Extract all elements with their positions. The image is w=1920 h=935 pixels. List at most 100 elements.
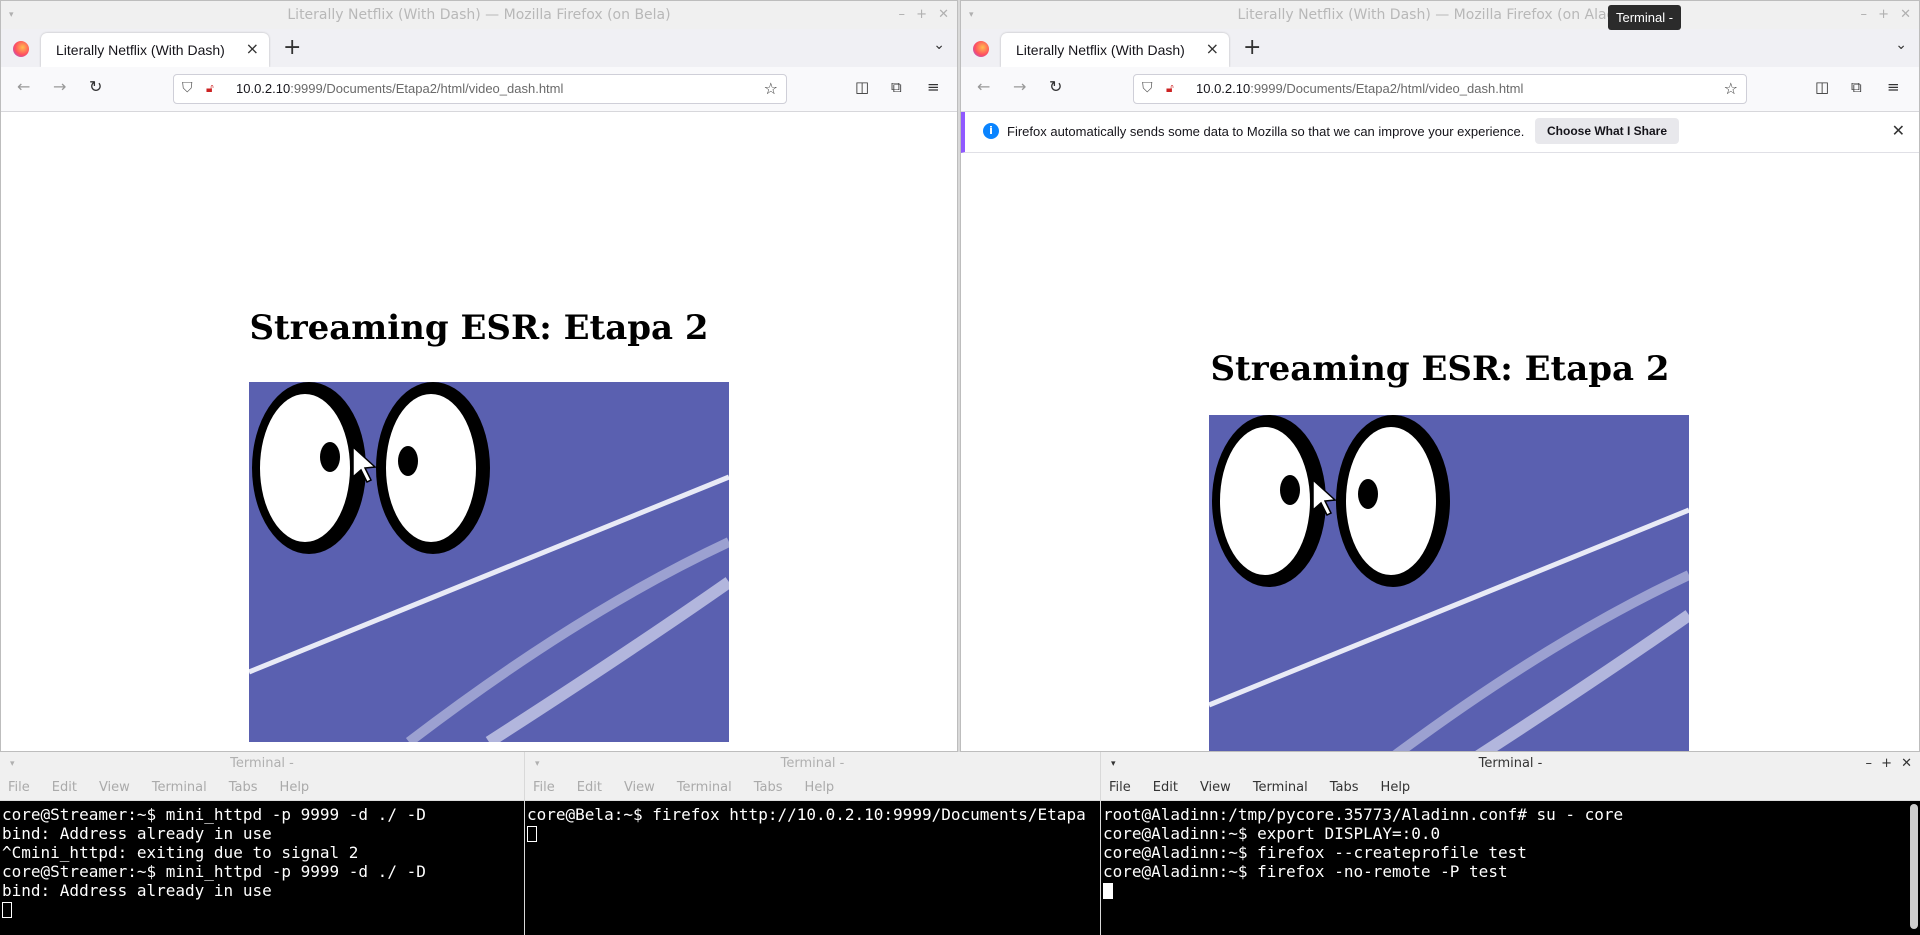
menu-terminal[interactable]: Terminal	[152, 780, 207, 795]
extensions-icon[interactable]: ⧉	[891, 78, 902, 96]
reload-icon[interactable]: ↻	[1049, 77, 1062, 96]
terminal-tooltip: Terminal -	[1608, 5, 1682, 30]
menu-view[interactable]: View	[624, 780, 655, 795]
tab-literally-netflix[interactable]: Literally Netflix (With Dash) ×	[41, 33, 269, 67]
insecure-lock-icon[interactable]: 🔓︎	[1166, 81, 1174, 96]
menu-edit[interactable]: Edit	[1153, 780, 1178, 795]
terminal-titlebar[interactable]: ▾ Terminal - – + ✕	[1101, 752, 1920, 776]
menu-file[interactable]: File	[533, 780, 555, 795]
tab-title: Literally Netflix (With Dash)	[1016, 42, 1185, 58]
url-bar[interactable]: ⛉ 🔓︎ 10.0.2.10:9999/Documents/Etapa2/htm…	[1133, 74, 1747, 104]
menu-view[interactable]: View	[1200, 780, 1231, 795]
menu-help[interactable]: Help	[805, 780, 835, 795]
window-menu-icon[interactable]: ▾	[9, 1, 14, 29]
terminal-menubar: File Edit View Terminal Tabs Help	[1101, 776, 1920, 801]
choose-what-i-share-button[interactable]: Choose What I Share	[1535, 118, 1680, 144]
terminal-titlebar[interactable]: ▾ Terminal -	[525, 752, 1100, 776]
terminal-cursor	[527, 826, 537, 842]
window-title: Literally Netflix (With Dash) — Mozilla …	[1237, 7, 1643, 23]
page-title: Streaming ESR: Etapa 2	[1210, 349, 1670, 389]
menu-tabs[interactable]: Tabs	[754, 780, 783, 795]
terminal-menubar: File Edit View Terminal Tabs Help	[0, 776, 524, 801]
tab-literally-netflix[interactable]: Literally Netflix (With Dash) ×	[1001, 33, 1229, 67]
terminal-line: core@Streamer:~$ mini_httpd -p 9999 -d .…	[2, 805, 426, 824]
menu-view[interactable]: View	[99, 780, 130, 795]
menu-help[interactable]: Help	[1381, 780, 1411, 795]
terminal-output[interactable]: root@Aladinn:/tmp/pycore.35773/Aladinn.c…	[1101, 801, 1920, 904]
notification-close-icon[interactable]: ✕	[1892, 121, 1905, 140]
pocket-icon[interactable]: ◫	[855, 78, 869, 96]
back-icon[interactable]: ←	[977, 77, 990, 96]
tab-bar: Literally Netflix (With Dash) × + ⌄	[1, 29, 957, 67]
firefox-window-aladinn: ▾ Literally Netflix (With Dash) — Mozill…	[960, 0, 1920, 752]
forward-icon[interactable]: →	[53, 77, 66, 96]
terminal-line: core@Bela:~$ firefox http://10.0.2.10:99…	[527, 805, 1086, 824]
terminal-line: bind: Address already in use	[2, 824, 272, 843]
maximize-icon[interactable]: +	[1881, 752, 1892, 776]
terminal-window-aladinn[interactable]: ▾ Terminal - – + ✕ File Edit View Terminal T…	[1101, 752, 1920, 935]
terminal-menubar: File Edit View Terminal Tabs Help	[525, 776, 1100, 801]
minimize-icon[interactable]: –	[1861, 1, 1868, 29]
tab-bar: Literally Netflix (With Dash) × + ⌄	[961, 29, 1919, 67]
terminal-titlebar[interactable]: ▾ Terminal -	[0, 752, 524, 776]
url-text[interactable]: 10.0.2.10:9999/Documents/Etapa2/html/vid…	[1196, 81, 1523, 96]
window-menu-icon[interactable]: ▾	[535, 752, 540, 776]
back-icon[interactable]: ←	[17, 77, 30, 96]
terminal-title: Terminal -	[780, 756, 845, 771]
window-titlebar[interactable]: ▾ Literally Netflix (With Dash) — Mozill…	[961, 1, 1919, 29]
video-player[interactable]	[1209, 415, 1689, 751]
close-icon[interactable]: ✕	[938, 1, 949, 29]
list-all-tabs-icon[interactable]: ⌄	[1895, 37, 1907, 53]
nav-bar: ← → ↻ ⛉ 🔓︎ 10.0.2.10:9999/Documents/Etap…	[961, 67, 1919, 112]
menu-tabs[interactable]: Tabs	[1330, 780, 1359, 795]
window-titlebar[interactable]: ▾ Literally Netflix (With Dash) — Mozill…	[1, 1, 957, 29]
close-icon[interactable]: ✕	[1901, 752, 1912, 776]
minimize-icon[interactable]: –	[899, 1, 906, 29]
close-icon[interactable]: ✕	[1900, 1, 1911, 29]
maximize-icon[interactable]: +	[916, 1, 927, 29]
menu-edit[interactable]: Edit	[577, 780, 602, 795]
menu-edit[interactable]: Edit	[52, 780, 77, 795]
reload-icon[interactable]: ↻	[89, 77, 102, 96]
telemetry-notification-bar: i Firefox automatically sends some data …	[961, 112, 1919, 153]
tab-close-icon[interactable]: ×	[246, 39, 259, 58]
menu-file[interactable]: File	[1109, 780, 1131, 795]
tracking-shield-icon[interactable]: ⛉	[182, 80, 193, 96]
app-menu-icon[interactable]: ≡	[1887, 78, 1900, 96]
terminal-output[interactable]: core@Streamer:~$ mini_httpd -p 9999 -d .…	[0, 801, 524, 923]
bookmark-star-icon[interactable]: ☆	[1724, 79, 1738, 98]
tracking-shield-icon[interactable]: ⛉	[1142, 80, 1153, 96]
app-menu-icon[interactable]: ≡	[927, 78, 940, 96]
menu-terminal[interactable]: Terminal	[1253, 780, 1308, 795]
terminal-line: root@Aladinn:/tmp/pycore.35773/Aladinn.c…	[1103, 805, 1624, 824]
pocket-icon[interactable]: ◫	[1815, 78, 1829, 96]
extensions-icon[interactable]: ⧉	[1851, 78, 1862, 96]
new-tab-icon[interactable]: +	[283, 35, 301, 60]
terminal-scrollbar[interactable]	[1910, 804, 1918, 929]
tab-close-icon[interactable]: ×	[1206, 39, 1219, 58]
page-content: Streaming ESR: Etapa 2	[1, 112, 957, 751]
window-menu-icon[interactable]: ▾	[10, 752, 15, 776]
terminal-window-bela[interactable]: ▾ Terminal - File Edit View Terminal Tabs Hel…	[525, 752, 1100, 935]
list-all-tabs-icon[interactable]: ⌄	[933, 37, 945, 53]
menu-terminal[interactable]: Terminal	[677, 780, 732, 795]
window-menu-icon[interactable]: ▾	[969, 1, 974, 29]
menu-tabs[interactable]: Tabs	[229, 780, 258, 795]
minimize-icon[interactable]: –	[1866, 752, 1873, 776]
insecure-lock-icon[interactable]: 🔓︎	[206, 81, 214, 96]
menu-file[interactable]: File	[8, 780, 30, 795]
video-player[interactable]	[249, 382, 729, 742]
maximize-icon[interactable]: +	[1878, 1, 1889, 29]
bookmark-star-icon[interactable]: ☆	[764, 79, 778, 98]
url-bar[interactable]: ⛉ 🔓︎ 10.0.2.10:9999/Documents/Etapa2/htm…	[173, 74, 787, 104]
terminal-line: core@Aladinn:~$ firefox --createprofile …	[1103, 843, 1527, 862]
window-menu-icon[interactable]: ▾	[1111, 752, 1116, 776]
menu-help[interactable]: Help	[280, 780, 310, 795]
forward-icon[interactable]: →	[1013, 77, 1026, 96]
url-text[interactable]: 10.0.2.10:9999/Documents/Etapa2/html/vid…	[236, 81, 563, 96]
terminal-line: core@Aladinn:~$ firefox -no-remote -P te…	[1103, 862, 1508, 881]
terminal-window-streamer[interactable]: ▾ Terminal - File Edit View Terminal Tabs Hel…	[0, 752, 524, 935]
tab-title: Literally Netflix (With Dash)	[56, 42, 225, 58]
new-tab-icon[interactable]: +	[1243, 35, 1261, 60]
terminal-output[interactable]: core@Bela:~$ firefox http://10.0.2.10:99…	[525, 801, 1100, 847]
